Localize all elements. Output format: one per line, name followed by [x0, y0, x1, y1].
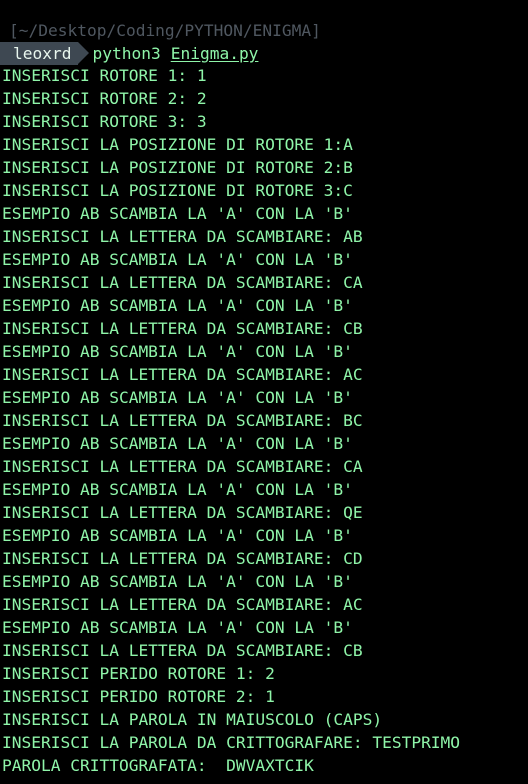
output-line: ESEMPIO AB SCAMBIA LA 'A' CON LA 'B': [2, 526, 353, 545]
output-line: INSERISCI LA POSIZIONE DI ROTORE 2:B: [2, 158, 353, 177]
output-line: INSERISCI LA PAROLA IN MAIUSCOLO (CAPS): [2, 710, 383, 729]
output-line: INSERISCI LA LETTERA DA SCAMBIARE: CD: [2, 549, 363, 568]
output-line: INSERISCI LA PAROLA DA CRITTOGRAFARE: TE…: [2, 733, 461, 752]
output-line: INSERISCI LA LETTERA DA SCAMBIARE: AB: [2, 227, 363, 246]
output-line: INSERISCI LA LETTERA DA SCAMBIARE: CB: [2, 319, 363, 338]
output-line: ESEMPIO AB SCAMBIA LA 'A' CON LA 'B': [2, 618, 353, 637]
output-line: ESEMPIO AB SCAMBIA LA 'A' CON LA 'B': [2, 342, 353, 361]
output-line: ESEMPIO AB SCAMBIA LA 'A' CON LA 'B': [2, 296, 353, 315]
output-line: INSERISCI ROTORE 1: 1: [2, 66, 207, 85]
command-file-argument[interactable]: Enigma.py: [171, 44, 259, 63]
output-line: INSERISCI LA LETTERA DA SCAMBIARE: CB: [2, 641, 363, 660]
output-line: INSERISCI PERIDO ROTORE 2: 1: [2, 687, 275, 706]
output-line: INSERISCI ROTORE 2: 2: [2, 89, 207, 108]
output-line: ESEMPIO AB SCAMBIA LA 'A' CON LA 'B': [2, 250, 353, 269]
output-line: PAROLA CRITTOGRAFATA: DWVAXTCIK: [2, 756, 314, 775]
shell-prompt: leoxrd python3 Enigma.py: [0, 42, 528, 65]
output-line: INSERISCI LA LETTERA DA SCAMBIARE: CA: [2, 273, 363, 292]
current-directory: [~/Desktop/Coding/PYTHON/ENIGMA]: [9, 21, 321, 40]
output-line: ESEMPIO AB SCAMBIA LA 'A' CON LA 'B': [2, 204, 353, 223]
terminal-output: INSERISCI ROTORE 1: 1 INSERISCI ROTORE 2:…: [2, 64, 460, 777]
output-line: INSERISCI ROTORE 3: 3: [2, 112, 207, 131]
output-line: INSERISCI LA POSIZIONE DI ROTORE 3:C: [2, 181, 353, 200]
output-line: INSERISCI LA LETTERA DA SCAMBIARE: AC: [2, 595, 363, 614]
output-line: INSERISCI LA LETTERA DA SCAMBIARE: CA: [2, 457, 363, 476]
output-line: INSERISCI LA LETTERA DA SCAMBIARE: AC: [2, 365, 363, 384]
output-line: ESEMPIO AB SCAMBIA LA 'A' CON LA 'B': [2, 388, 353, 407]
output-line: INSERISCI PERIDO ROTORE 1: 2: [2, 664, 275, 683]
output-line: ESEMPIO AB SCAMBIA LA 'A' CON LA 'B': [2, 434, 353, 453]
command-name: python3: [92, 44, 161, 63]
output-line: ESEMPIO AB SCAMBIA LA 'A' CON LA 'B': [2, 480, 353, 499]
output-line: ESEMPIO AB SCAMBIA LA 'A' CON LA 'B': [2, 572, 353, 591]
output-line: INSERISCI LA LETTERA DA SCAMBIARE: QE: [2, 503, 363, 522]
terminal-window[interactable]: [~/Desktop/Coding/PYTHON/ENIGMA] leoxrd …: [0, 0, 528, 784]
output-line: INSERISCI LA LETTERA DA SCAMBIARE: BC: [2, 411, 363, 430]
output-line: INSERISCI LA POSIZIONE DI ROTORE 1:A: [2, 135, 353, 154]
prompt-user-segment: leoxrd: [0, 42, 91, 65]
